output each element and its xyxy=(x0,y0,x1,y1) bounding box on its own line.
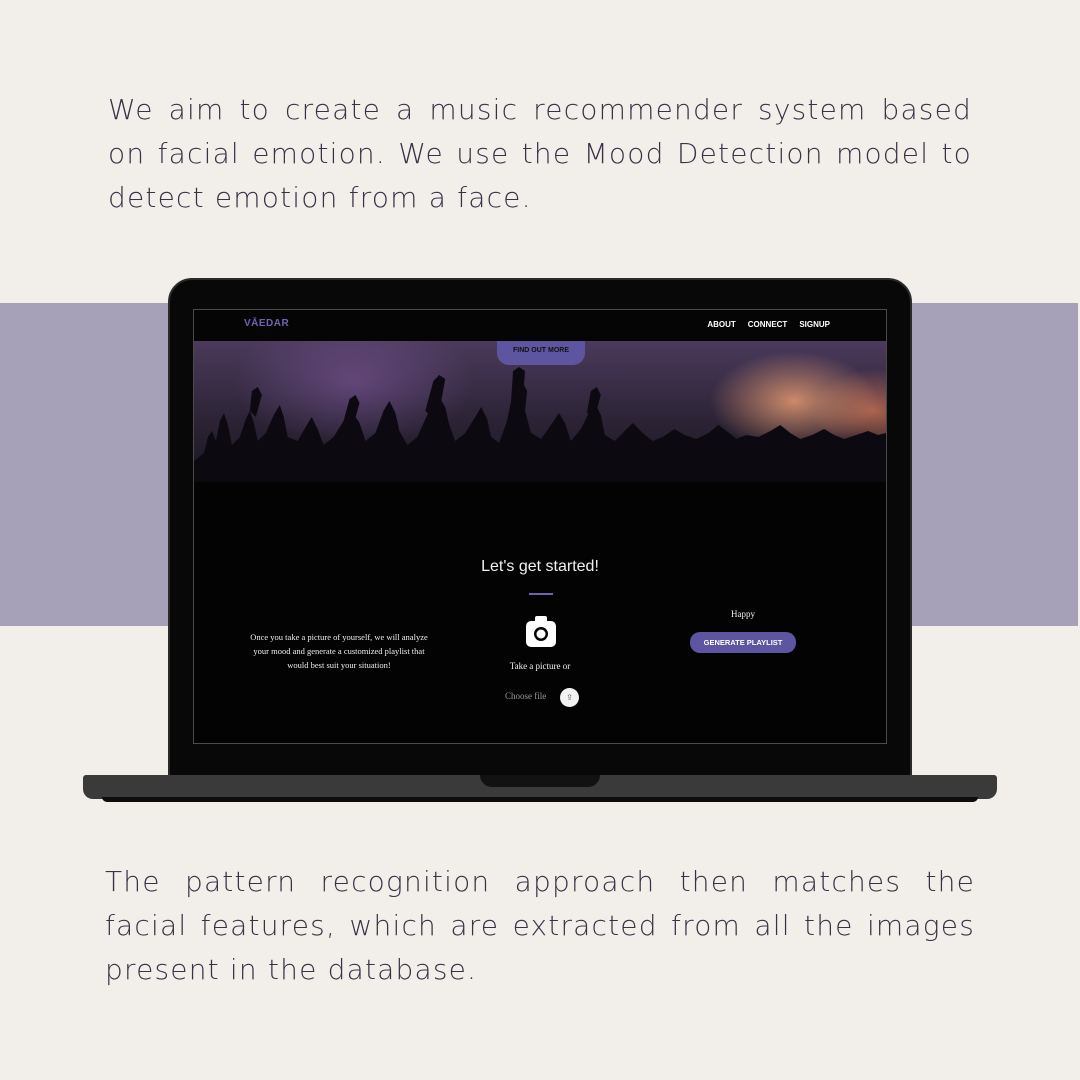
upload-icon[interactable]: ⇪ xyxy=(560,688,579,707)
site-navbar: VĀEDAR ABOUT CONNECT SIGNUP xyxy=(194,310,886,341)
find-out-more-button[interactable]: FIND OUT MORE xyxy=(497,341,585,365)
laptop-foot xyxy=(102,797,978,802)
intro-text: We aim to create a music recommender sys… xyxy=(108,93,972,214)
laptop-notch xyxy=(480,775,600,787)
camera-icon[interactable] xyxy=(525,615,557,649)
generate-playlist-button[interactable]: GENERATE PLAYLIST xyxy=(690,632,796,653)
nav-about[interactable]: ABOUT xyxy=(707,320,735,329)
detected-mood: Happy xyxy=(731,609,755,619)
laptop-screen: VĀEDAR ABOUT CONNECT SIGNUP FIND OUT MOR… xyxy=(193,309,887,744)
take-picture-label: Take a picture or xyxy=(509,661,571,671)
nav-connect[interactable]: CONNECT xyxy=(748,320,788,329)
nav-links: ABOUT CONNECT SIGNUP xyxy=(707,320,830,329)
choose-file-button[interactable]: Choose file xyxy=(505,691,546,701)
site-logo[interactable]: VĀEDAR xyxy=(244,318,289,329)
section-heading: Let's get started! xyxy=(481,558,599,575)
hero-banner: FIND OUT MORE xyxy=(194,341,886,482)
nav-signup[interactable]: SIGNUP xyxy=(799,320,830,329)
outro-text: The pattern recognition approach then ma… xyxy=(105,865,975,986)
heading-underline xyxy=(529,593,553,595)
